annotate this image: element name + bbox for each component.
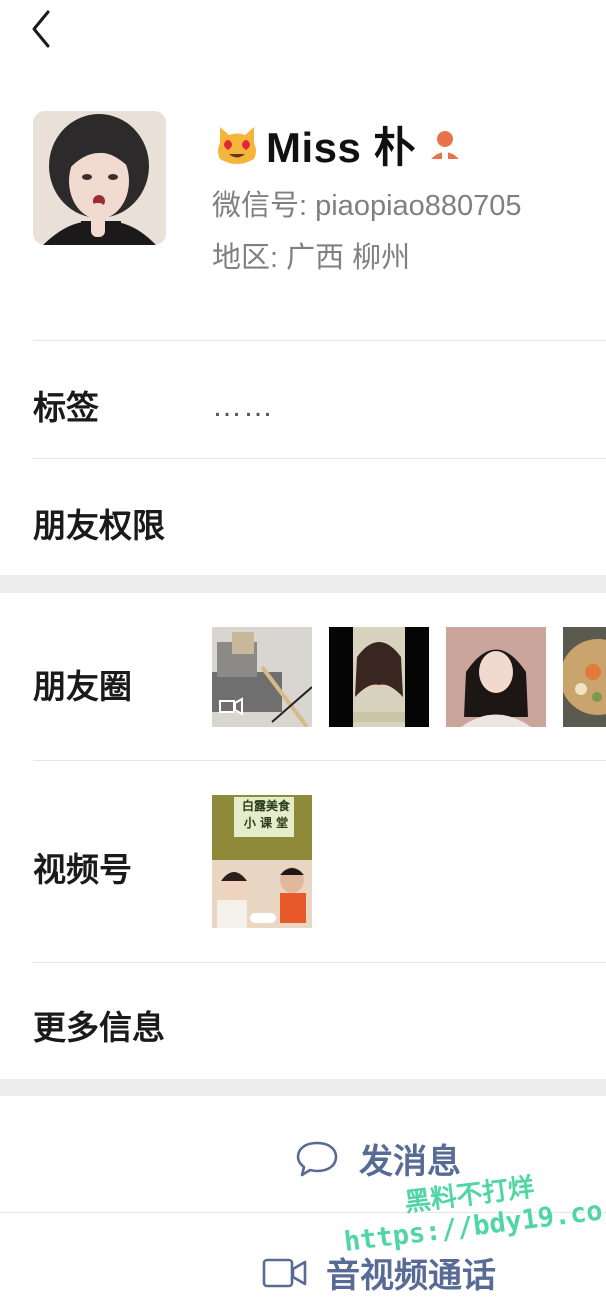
- moments-label: 朋友圈: [33, 668, 132, 705]
- moment-photo-food[interactable]: [563, 627, 606, 727]
- channels-label: 视频号: [33, 851, 132, 888]
- heart-eyes-cat-icon: [218, 127, 256, 164]
- tags-value: ……: [212, 390, 274, 423]
- moment-photo-selfie[interactable]: [329, 627, 429, 727]
- video-camera-icon: [262, 1258, 307, 1287]
- send-message-button[interactable]: 发消息: [295, 1134, 461, 1183]
- channel-thumbnail-title-line1: 白露美食: [241, 799, 290, 813]
- channel-thumbnail-title-line2: 小 课 堂: [243, 816, 289, 830]
- person-badge-icon: [431, 131, 460, 159]
- friend-permissions-label: 朋友权限: [33, 507, 165, 544]
- tags-row[interactable]: 标签 ……: [0, 341, 606, 458]
- divider: [0, 1212, 606, 1213]
- send-message-label: 发消息: [359, 1143, 461, 1181]
- profile-name: Miss 朴: [266, 123, 417, 171]
- section-gap: [0, 575, 606, 593]
- audio-video-call-button[interactable]: 音视频通话: [262, 1248, 496, 1297]
- channel-video-thumbnail[interactable]: 白露美食 小 课 堂: [212, 795, 312, 928]
- moments-row[interactable]: 朋友圈: [0, 593, 606, 760]
- profile-card: Miss 朴 微信号: piaopiao880705 地区: 广西 柳州: [0, 0, 606, 340]
- section-gap: [0, 1079, 606, 1096]
- region: 地区: 广西 柳州: [212, 242, 411, 274]
- wechat-id: 微信号: piaopiao880705: [212, 190, 522, 222]
- moment-photo-sofa[interactable]: [212, 627, 312, 727]
- more-info-row[interactable]: 更多信息: [0, 963, 606, 1079]
- chat-bubble-icon: [296, 1141, 338, 1176]
- audio-video-call-label: 音视频通话: [326, 1257, 496, 1295]
- more-info-label: 更多信息: [33, 1009, 165, 1046]
- avatar-photo: [33, 111, 166, 245]
- tags-label: 标签: [33, 389, 99, 426]
- name-row: Miss 朴: [212, 116, 462, 172]
- avatar[interactable]: [33, 111, 166, 245]
- friend-permissions-row[interactable]: 朋友权限: [0, 459, 606, 575]
- moment-photo-portrait[interactable]: [446, 627, 546, 727]
